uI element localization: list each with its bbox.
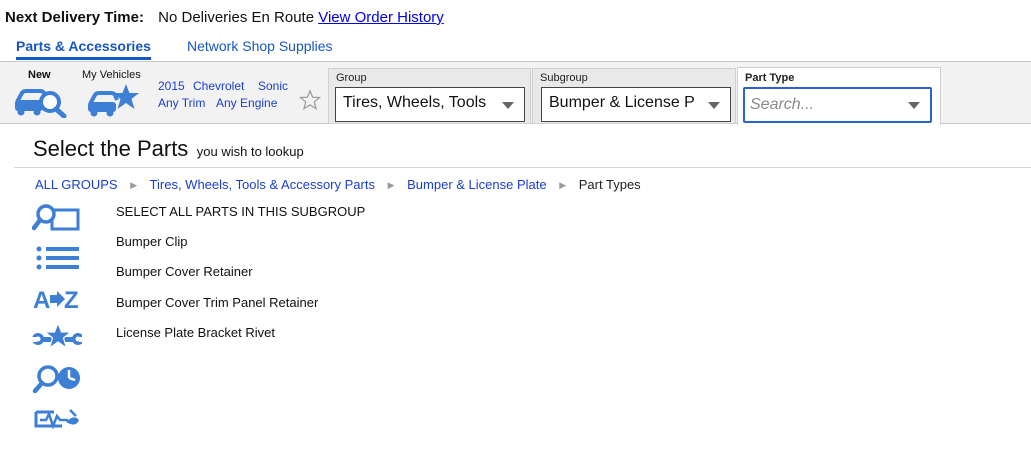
vehicle-model[interactable]: Sonic: [258, 79, 288, 93]
part-type-search-input[interactable]: [750, 96, 900, 114]
vehicle-diagnostic-icon[interactable]: [32, 402, 82, 434]
part-list-item[interactable]: License Plate Bracket Rivet: [116, 325, 275, 340]
subgroup-value: Bumper & License P: [549, 94, 695, 111]
part-type-panel: Part Type: [737, 67, 941, 125]
my-vehicles-icon[interactable]: [86, 82, 140, 118]
select-all-parts-item[interactable]: SELECT ALL PARTS IN THIS SUBGROUP: [116, 204, 365, 219]
tab-bar: Parts & Accessories Network Shop Supplie…: [0, 36, 1031, 62]
group-title: Group: [336, 72, 367, 84]
delivery-label: Next Delivery Time:: [5, 9, 144, 26]
subgroup-title: Subgroup: [540, 72, 588, 84]
subgroup-dropdown-panel: Subgroup Bumper & License P: [532, 68, 736, 124]
vehicle-make[interactable]: Chevrolet: [193, 79, 244, 93]
chevron-down-icon[interactable]: [908, 102, 920, 109]
favorite-star-icon[interactable]: [298, 89, 322, 116]
page-title-sub: you wish to lookup: [196, 144, 304, 159]
tab-parts-accessories[interactable]: Parts & Accessories: [16, 38, 151, 60]
group-value: Tires, Wheels, Tools: [343, 94, 487, 111]
part-list-item[interactable]: Bumper Cover Retainer: [116, 264, 253, 279]
page-title-main: Select the Parts: [33, 136, 189, 161]
delivery-status: No Deliveries En Route: [158, 9, 315, 26]
vehicle-trim[interactable]: Any Trim: [158, 96, 205, 110]
part-list-item[interactable]: Bumper Cover Trim Panel Retainer: [116, 295, 318, 310]
vehicle-year[interactable]: 2015: [158, 79, 185, 93]
list-icon[interactable]: [32, 244, 82, 276]
breadcrumb-separator-icon: ▶: [559, 180, 567, 190]
divider: [14, 167, 1031, 168]
breadcrumb-all-groups[interactable]: ALL GROUPS: [35, 177, 118, 192]
chevron-down-icon: [502, 102, 514, 109]
vehicle-toolbar: New My Vehicles 2015 Chevrolet Sonic Any…: [0, 62, 1031, 125]
group-dropdown-panel: Group Tires, Wheels, Tools: [328, 68, 531, 124]
subgroup-select[interactable]: Bumper & License P: [541, 87, 731, 122]
part-type-search[interactable]: [743, 87, 932, 123]
my-vehicles-label: My Vehicles: [82, 69, 141, 81]
new-vehicle-icon[interactable]: [13, 82, 67, 119]
vehicle-engine[interactable]: Any Engine: [216, 96, 277, 110]
breadcrumb-separator-icon: ▶: [387, 180, 395, 190]
svg-text:A: A: [33, 287, 50, 314]
wrench-star-icon[interactable]: [32, 321, 84, 354]
group-select[interactable]: Tires, Wheels, Tools: [335, 87, 525, 122]
breadcrumb-subgroup[interactable]: Bumper & License Plate: [407, 177, 546, 192]
part-type-title: Part Type: [745, 72, 795, 84]
new-vehicle-label: New: [28, 69, 51, 81]
page-title: Select the Parts you wish to lookup: [33, 136, 304, 162]
tab-network-shop-supplies[interactable]: Network Shop Supplies: [187, 38, 333, 54]
breadcrumb-separator-icon: ▶: [130, 180, 138, 190]
view-order-history-link[interactable]: View Order History: [318, 9, 444, 26]
breadcrumb-group[interactable]: Tires, Wheels, Tools & Accessory Parts: [150, 177, 375, 192]
chevron-down-icon: [708, 102, 720, 109]
part-list-item[interactable]: Bumper Clip: [116, 234, 188, 249]
breadcrumb-current: Part Types: [578, 177, 641, 192]
delivery-info: Next Delivery Time: No Deliveries En Rou…: [5, 9, 444, 26]
search-clock-icon[interactable]: [32, 362, 82, 394]
a-to-z-icon[interactable]: A Z: [32, 284, 82, 316]
search-part-icon[interactable]: [31, 203, 82, 235]
svg-text:Z: Z: [64, 287, 79, 314]
breadcrumb: ALL GROUPS ▶ Tires, Wheels, Tools & Acce…: [35, 177, 641, 192]
